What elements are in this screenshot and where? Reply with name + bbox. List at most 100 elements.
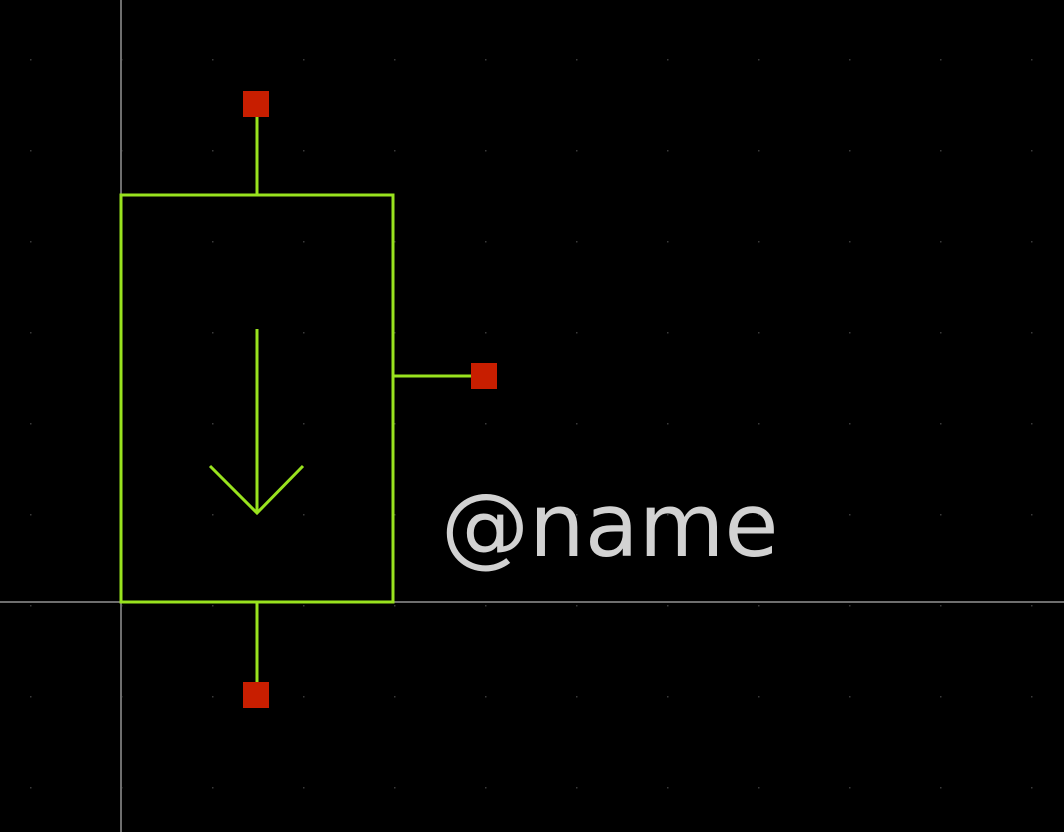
grid-dot: [576, 787, 578, 789]
grid-dot: [940, 150, 942, 152]
bottom-pin-marker[interactable]: [243, 682, 269, 708]
grid-dot: [940, 605, 942, 607]
grid-dot: [940, 59, 942, 61]
grid-dot: [849, 514, 851, 516]
grid-dot: [576, 59, 578, 61]
grid-dot: [940, 241, 942, 243]
grid-dot: [667, 332, 669, 334]
grid-dot: [849, 423, 851, 425]
grid-dot: [758, 423, 760, 425]
grid-dot: [758, 605, 760, 607]
schematic-canvas[interactable]: @name: [0, 0, 1064, 832]
grid-dot: [394, 787, 396, 789]
grid-dot: [303, 59, 305, 61]
grid-dot: [303, 241, 305, 243]
grid-dot: [1031, 241, 1033, 243]
grid-dots: [30, 59, 1033, 789]
grid-dot: [212, 787, 214, 789]
grid-dot: [30, 150, 32, 152]
grid-dot: [1031, 59, 1033, 61]
grid-dot: [212, 241, 214, 243]
grid-dot: [30, 605, 32, 607]
schematic-svg: @name: [0, 0, 1064, 832]
grid-dot: [485, 787, 487, 789]
grid-dot: [212, 59, 214, 61]
grid-dot: [303, 423, 305, 425]
grid-dot: [940, 423, 942, 425]
grid-dot: [212, 696, 214, 698]
grid-dot: [303, 150, 305, 152]
grid-dot: [485, 241, 487, 243]
grid-dot: [30, 241, 32, 243]
grid-dot: [940, 332, 942, 334]
grid-dot: [576, 332, 578, 334]
grid-dot: [212, 514, 214, 516]
grid-dot: [485, 150, 487, 152]
grid-dot: [303, 332, 305, 334]
grid-dot: [485, 423, 487, 425]
grid-dot: [576, 605, 578, 607]
grid-dot: [30, 514, 32, 516]
grid-dot: [940, 514, 942, 516]
grid-dot: [394, 696, 396, 698]
top-pin-marker[interactable]: [243, 91, 269, 117]
grid-dot: [849, 241, 851, 243]
grid-dot: [667, 787, 669, 789]
grid-dot: [849, 605, 851, 607]
grid-dot: [849, 787, 851, 789]
grid-dot: [576, 696, 578, 698]
grid-dot: [303, 605, 305, 607]
grid-dot: [485, 332, 487, 334]
grid-dot: [940, 787, 942, 789]
grid-dot: [758, 332, 760, 334]
grid-dot: [1031, 696, 1033, 698]
arrow-down-icon: [208, 329, 305, 516]
grid-dot: [667, 241, 669, 243]
grid-dot: [1031, 514, 1033, 516]
grid-dot: [849, 332, 851, 334]
grid-dot: [30, 696, 32, 698]
grid-dot: [667, 605, 669, 607]
right-pin-marker[interactable]: [471, 363, 497, 389]
current-source-symbol[interactable]: [119, 91, 497, 708]
grid-dot: [212, 332, 214, 334]
grid-dot: [667, 423, 669, 425]
grid-dot: [758, 241, 760, 243]
grid-dot: [1031, 423, 1033, 425]
grid-dot: [394, 150, 396, 152]
grid-dot: [485, 605, 487, 607]
grid-dot: [1031, 332, 1033, 334]
grid-dot: [30, 423, 32, 425]
grid-dot: [667, 150, 669, 152]
grid-dot: [394, 605, 396, 607]
grid-dot: [849, 59, 851, 61]
grid-dot: [303, 696, 305, 698]
grid-dot: [758, 787, 760, 789]
grid-dot: [394, 59, 396, 61]
grid-dot: [849, 150, 851, 152]
grid-dot: [485, 59, 487, 61]
grid-dot: [667, 696, 669, 698]
grid-dot: [30, 787, 32, 789]
symbol-name-label[interactable]: @name: [441, 474, 779, 577]
grid-dot: [576, 423, 578, 425]
grid-dot: [758, 696, 760, 698]
grid-dot: [1031, 605, 1033, 607]
grid-dot: [30, 332, 32, 334]
grid-dot: [30, 59, 32, 61]
grid-dot: [212, 150, 214, 152]
grid-dot: [940, 696, 942, 698]
grid-dot: [758, 150, 760, 152]
grid-dot: [485, 696, 487, 698]
grid-dot: [212, 605, 214, 607]
grid-dot: [212, 423, 214, 425]
grid-dot: [667, 59, 669, 61]
grid-dot: [303, 787, 305, 789]
grid-dot: [849, 696, 851, 698]
grid-dot: [303, 514, 305, 516]
grid-dot: [1031, 787, 1033, 789]
grid-dot: [1031, 150, 1033, 152]
grid-dot: [576, 150, 578, 152]
grid-dot: [758, 59, 760, 61]
grid-dot: [576, 241, 578, 243]
